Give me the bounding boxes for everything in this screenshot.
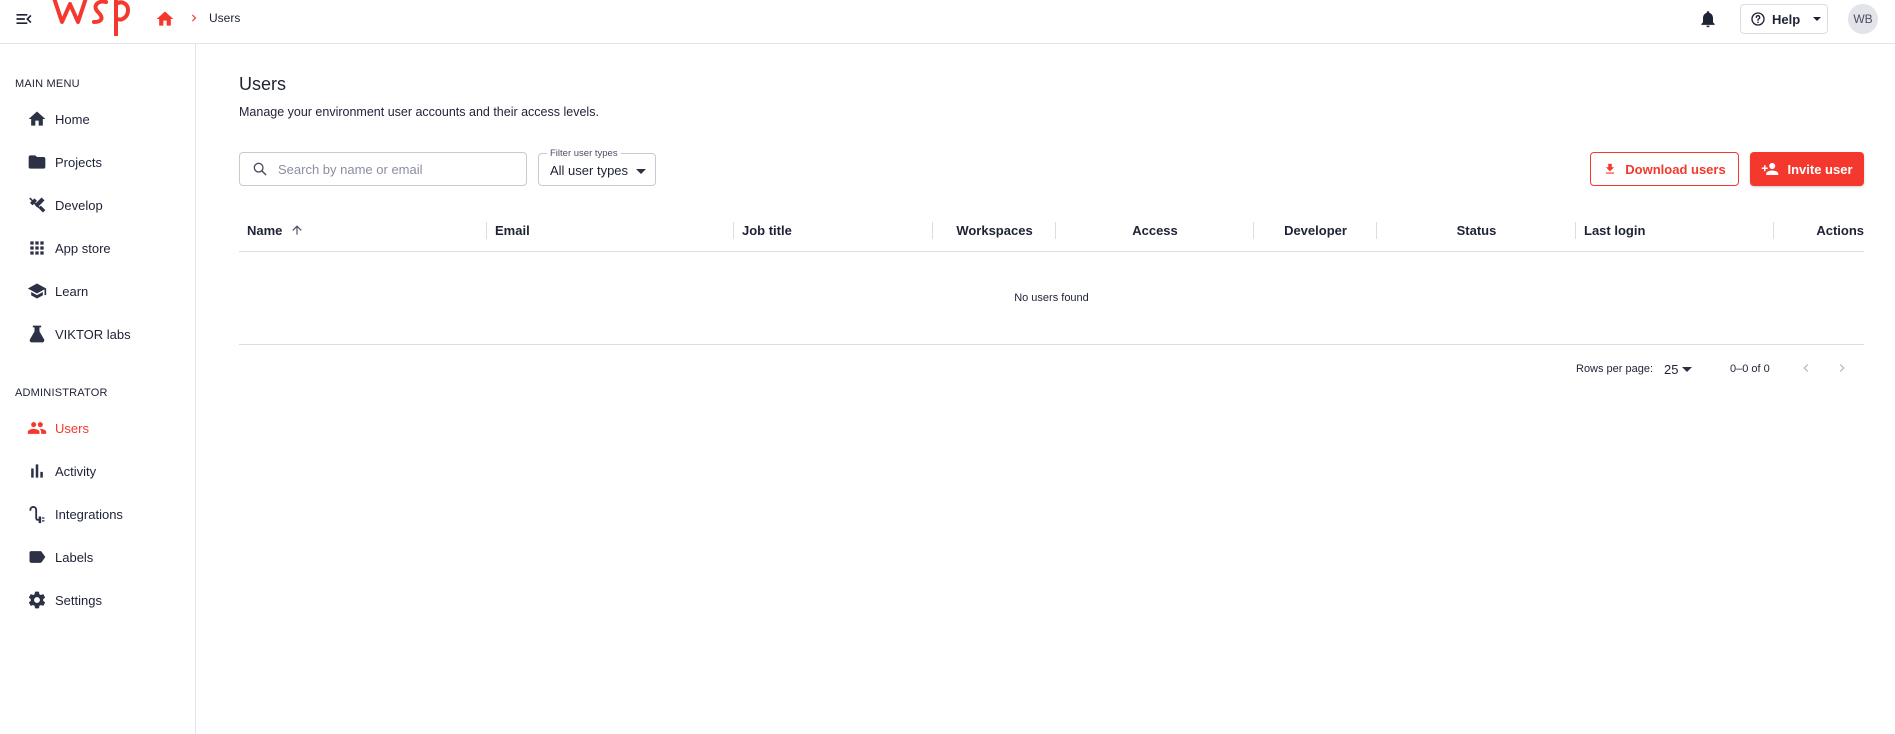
invite-user-button[interactable]: Invite user	[1750, 152, 1864, 186]
column-label: Access	[1132, 222, 1178, 238]
search-input[interactable]	[276, 160, 510, 178]
filter-label: Filter user types	[547, 148, 621, 159]
main-menu-label: MAIN MENU	[15, 78, 80, 90]
sidebar-item-users[interactable]: Users	[0, 410, 195, 446]
column-label: Developer	[1284, 222, 1347, 238]
sidebar-item-home[interactable]: Home	[0, 101, 195, 137]
flask-icon	[27, 324, 47, 344]
column-header-email[interactable]: Email	[487, 209, 734, 251]
sidebar-item-label: Projects	[55, 154, 102, 170]
chevron-left-icon[interactable]	[1798, 360, 1814, 376]
sidebar-item-integrations[interactable]: Integrations	[0, 496, 195, 532]
invite-user-label: Invite user	[1787, 161, 1853, 177]
sidebar-item-label: App store	[55, 240, 111, 256]
rows-per-page-value: 25	[1664, 361, 1679, 377]
column-header-last-login[interactable]: Last login	[1576, 209, 1774, 251]
sidebar-item-viktor-labs[interactable]: VIKTOR labs	[0, 316, 195, 352]
sidebar-item-settings[interactable]: Settings	[0, 582, 195, 618]
column-header-developer[interactable]: Developer	[1254, 209, 1377, 251]
sidebar-item-learn[interactable]: Learn	[0, 273, 195, 309]
breadcrumb-current: Users	[209, 11, 241, 25]
column-label: Workspaces	[956, 222, 1033, 238]
column-label: Actions	[1816, 222, 1864, 238]
search-icon	[252, 161, 268, 177]
caret-down-icon	[1812, 14, 1822, 24]
administrator-label: ADMINISTRATOR	[15, 387, 108, 399]
rows-per-page-label: Rows per page:	[1576, 363, 1654, 375]
column-header-workspaces[interactable]: Workspaces	[933, 209, 1056, 251]
gear-icon	[27, 590, 47, 610]
tools-icon	[27, 195, 47, 215]
sidebar-item-label: Users	[55, 420, 89, 436]
person-add-icon	[1761, 160, 1779, 178]
pagination-range: 0–0 of 0	[1730, 363, 1770, 375]
bell-icon[interactable]	[1698, 9, 1718, 29]
help-circle-icon	[1750, 11, 1766, 27]
page-title: Users	[239, 74, 287, 94]
sidebar-item-label: Labels	[55, 549, 94, 565]
label-icon	[27, 547, 47, 567]
sidebar-item-label: VIKTOR labs	[55, 326, 131, 342]
sidebar-item-label: Home	[55, 111, 90, 127]
chevron-right-icon[interactable]	[1834, 360, 1850, 376]
sidebar-item-label: Activity	[55, 463, 97, 479]
help-button[interactable]: Help	[1740, 4, 1828, 34]
people-icon	[27, 418, 47, 438]
sidebar-item-activity[interactable]: Activity	[0, 453, 195, 489]
sidebar-item-develop[interactable]: Develop	[0, 187, 195, 223]
download-users-button[interactable]: Download users	[1590, 152, 1739, 186]
search-box[interactable]	[239, 152, 527, 186]
download-icon	[1603, 162, 1617, 176]
sidebar-item-label: Learn	[55, 283, 89, 299]
column-label: Email	[495, 222, 530, 238]
caret-down-icon	[1682, 364, 1693, 374]
page-subtitle: Manage your environment user accounts an…	[239, 105, 599, 119]
folder-icon	[27, 152, 47, 172]
logo[interactable]	[48, 0, 132, 40]
avatar-initials: WB	[1853, 12, 1873, 26]
sort-arrow-up-icon[interactable]	[290, 223, 304, 237]
column-header-status[interactable]: Status	[1377, 209, 1576, 251]
rows-per-page-select[interactable]: 25	[1664, 358, 1700, 380]
grid-icon	[27, 238, 47, 258]
home-icon[interactable]	[155, 9, 175, 29]
sidebar-item-label: Integrations	[55, 506, 123, 522]
column-header-name[interactable]: Name	[239, 209, 487, 251]
sidebar-item-app-store[interactable]: App store	[0, 230, 195, 266]
sidebar-item-label: Develop	[55, 197, 103, 213]
column-header-actions: Actions	[1774, 209, 1864, 251]
avatar[interactable]: WB	[1848, 4, 1878, 34]
empty-state-text: No users found	[1014, 292, 1089, 304]
school-icon	[27, 281, 47, 301]
sidebar: MAIN MENU Home Projects Develop App stor…	[0, 44, 196, 734]
chevron-right-icon	[187, 11, 201, 25]
sidebar-item-projects[interactable]: Projects	[0, 144, 195, 180]
sidebar-item-labels[interactable]: Labels	[0, 539, 195, 575]
users-table-header: Name Email Job title Workspaces Access D…	[239, 209, 1864, 252]
home-icon	[27, 109, 47, 129]
caret-down-icon	[636, 166, 646, 176]
column-label: Status	[1456, 222, 1497, 238]
column-label: Job title	[742, 222, 792, 238]
filter-value: All user types	[550, 163, 629, 178]
help-label: Help	[1772, 11, 1801, 27]
column-label: Name	[247, 222, 283, 238]
sidebar-item-label: Settings	[55, 592, 102, 608]
column-header-job-title[interactable]: Job title	[734, 209, 933, 251]
table-empty-state: No users found	[239, 252, 1864, 345]
user-type-filter[interactable]: Filter user types All user types	[538, 148, 656, 186]
top-bar: Users Help WB	[0, 0, 1895, 44]
bar-chart-icon	[27, 461, 47, 481]
column-label: Last login	[1584, 222, 1646, 238]
download-users-label: Download users	[1625, 161, 1726, 177]
menu-collapse-icon[interactable]	[14, 9, 34, 29]
column-header-access[interactable]: Access	[1056, 209, 1254, 251]
integration-icon	[27, 504, 47, 524]
